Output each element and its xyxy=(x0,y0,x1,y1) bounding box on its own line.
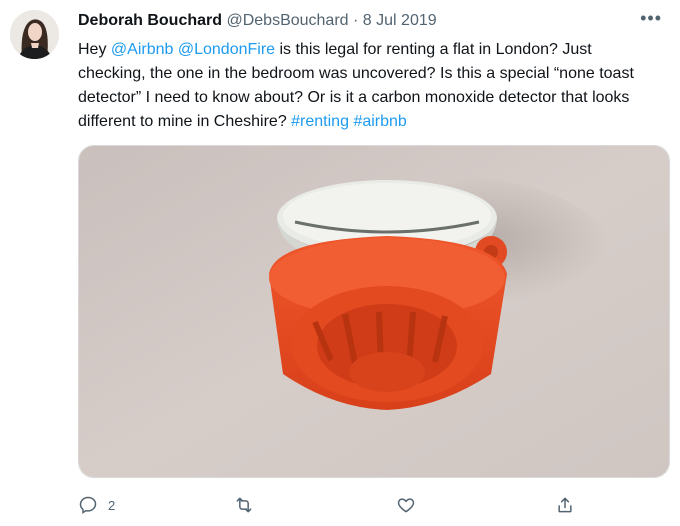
author-avatar[interactable] xyxy=(10,10,59,59)
tweet-date[interactable]: 8 Jul 2019 xyxy=(363,12,437,29)
tweet-header: Deborah Bouchard @DebsBouchard · 8 Jul 2… xyxy=(78,11,437,31)
tweet-actions: 2 xyxy=(78,490,628,520)
mention-londonfire[interactable]: @LondonFire xyxy=(178,41,275,58)
author-handle[interactable]: @DebsBouchard xyxy=(226,12,348,29)
like-button[interactable] xyxy=(396,490,416,520)
meta-separator: · xyxy=(353,12,359,29)
text-segment: Hey xyxy=(78,41,111,58)
retweet-button[interactable] xyxy=(234,490,254,520)
share-button[interactable] xyxy=(555,490,575,520)
author-name[interactable]: Deborah Bouchard xyxy=(78,12,222,29)
reply-icon xyxy=(79,496,97,514)
reply-button[interactable]: 2 xyxy=(78,490,115,520)
tweet-photo[interactable] xyxy=(78,145,670,478)
mention-airbnb[interactable]: @Airbnb xyxy=(111,41,174,58)
hashtag-airbnb[interactable]: #airbnb xyxy=(353,113,406,130)
hashtag-renting[interactable]: #renting xyxy=(291,113,349,130)
more-icon[interactable]: ••• xyxy=(640,8,662,29)
tweet-text: Hey @Airbnb @LondonFire is this legal fo… xyxy=(78,38,656,134)
reply-count: 2 xyxy=(108,497,116,513)
heart-icon xyxy=(397,498,415,513)
share-icon xyxy=(558,497,572,513)
retweet-icon xyxy=(236,497,252,513)
